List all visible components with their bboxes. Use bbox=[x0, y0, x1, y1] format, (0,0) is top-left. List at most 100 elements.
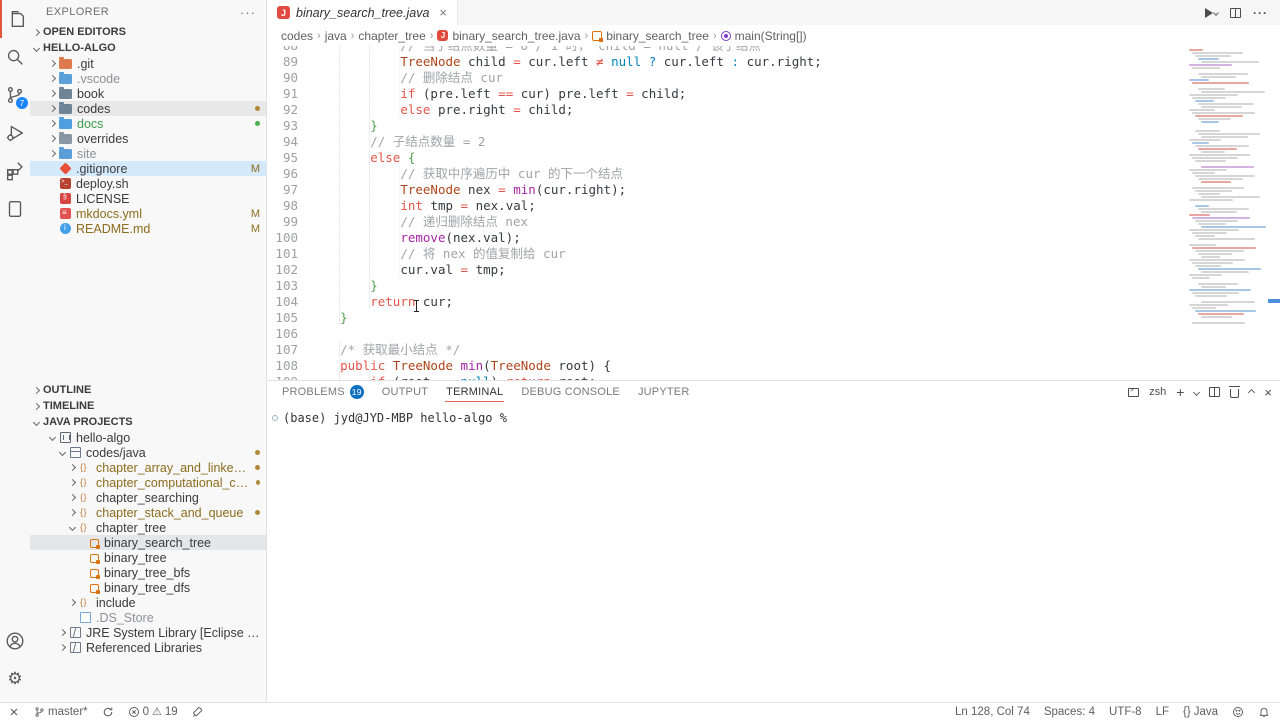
panel-tab-problems[interactable]: PROBLEMS19 bbox=[281, 382, 365, 402]
file-site[interactable]: site bbox=[30, 146, 266, 161]
jp-referenced-libraries[interactable]: Referenced Libraries bbox=[30, 640, 266, 655]
minimap[interactable] bbox=[1185, 46, 1268, 380]
minimap-line bbox=[1195, 190, 1232, 192]
code-line: // 当子结点数量 = 0 / 1 时， child = null / 该子结点 bbox=[310, 46, 1185, 54]
sidebar-title: EXPLORER bbox=[46, 6, 109, 18]
file-codes[interactable]: codes bbox=[30, 101, 266, 116]
jp-chapter-stack-and-queue[interactable]: chapter_stack_and_queue bbox=[30, 505, 266, 520]
line-number: 98 bbox=[267, 198, 310, 214]
panel-actions: zsh + × bbox=[1128, 384, 1272, 400]
breadcrumb-item-2[interactable]: java bbox=[325, 29, 347, 43]
file--gitignore[interactable]: .gitignoreM bbox=[30, 161, 266, 176]
eol-status[interactable]: LF bbox=[1156, 706, 1169, 718]
file-license[interactable]: LICENSE bbox=[30, 191, 266, 206]
panel-tab-terminal[interactable]: TERMINAL bbox=[445, 382, 504, 402]
code-token: if bbox=[400, 86, 415, 101]
file-overrides[interactable]: overrides bbox=[30, 131, 266, 146]
jp-include[interactable]: include bbox=[30, 595, 266, 610]
file-deploy-sh[interactable]: deploy.sh bbox=[30, 176, 266, 191]
jp-binary-search-tree[interactable]: binary_search_tree bbox=[30, 535, 266, 550]
warning-icon: ⚠ bbox=[152, 705, 162, 718]
jp-chapter-array-and-linkedlist[interactable]: chapter_array_and_linkedlist bbox=[30, 460, 266, 475]
remote-indicator-icon[interactable] bbox=[8, 706, 20, 718]
file-book[interactable]: book bbox=[30, 86, 266, 101]
editor-scrollbar[interactable] bbox=[1268, 46, 1280, 380]
jp-chapter-searching[interactable]: chapter_searching bbox=[30, 490, 266, 505]
panel-tab-debug-console[interactable]: DEBUG CONSOLE bbox=[520, 382, 621, 402]
notifications-bell-icon[interactable] bbox=[1258, 706, 1270, 718]
tab-binary-search-tree[interactable]: J binary_search_tree.java × bbox=[267, 0, 458, 25]
rocket-icon[interactable] bbox=[192, 706, 204, 718]
account-button[interactable] bbox=[0, 622, 30, 660]
java-projects-section[interactable]: JAVA PROJECTS bbox=[30, 414, 266, 430]
code-line: else { bbox=[310, 150, 1185, 166]
terminal-shell-picker[interactable]: zsh bbox=[1149, 386, 1166, 398]
terminal-icon bbox=[1128, 388, 1139, 397]
breadcrumb-item-5[interactable]: binary_search_tree bbox=[592, 29, 709, 43]
jp-codes-java[interactable]: codes/java bbox=[30, 445, 266, 460]
sync-changes-button[interactable] bbox=[102, 706, 114, 718]
split-terminal-icon[interactable] bbox=[1209, 387, 1220, 397]
file--vscode[interactable]: .vscode bbox=[30, 71, 266, 86]
file-readme-md[interactable]: README.mdM bbox=[30, 221, 266, 236]
chevron-right-icon bbox=[49, 60, 56, 67]
jp-chapter-tree[interactable]: chapter_tree bbox=[30, 520, 266, 535]
run-button[interactable] bbox=[1205, 8, 1218, 18]
code-editor[interactable]: 8889909192939495969798991001011021031041… bbox=[267, 46, 1280, 380]
open-editors-section[interactable]: OPEN EDITORS bbox=[30, 24, 266, 40]
jp-binary-tree[interactable]: binary_tree bbox=[30, 550, 266, 565]
split-editor-icon[interactable] bbox=[1230, 8, 1241, 18]
notebook-button[interactable] bbox=[0, 190, 30, 228]
panel-tab-output[interactable]: OUTPUT bbox=[381, 382, 429, 402]
breadcrumb-item-6[interactable]: main(String[]) bbox=[721, 29, 807, 43]
minimap-line bbox=[1189, 244, 1216, 246]
panel-tab-jupyter[interactable]: JUPYTER bbox=[637, 382, 691, 402]
code-token: (nex.val); bbox=[445, 230, 520, 245]
jp-hello-algo[interactable]: hello-algo bbox=[30, 430, 266, 445]
language-mode[interactable]: {} Java bbox=[1183, 706, 1218, 718]
kill-terminal-icon[interactable] bbox=[1230, 389, 1239, 398]
maximize-panel-chevron-icon[interactable] bbox=[1248, 388, 1255, 395]
jp-binary-tree-bfs[interactable]: binary_tree_bfs bbox=[30, 565, 266, 580]
outline-section[interactable]: OUTLINE bbox=[30, 382, 266, 398]
close-panel-icon[interactable]: × bbox=[1264, 385, 1272, 400]
code-area[interactable]: // 当子结点数量 = 0 / 1 时， child = null / 该子结点… bbox=[310, 46, 1185, 380]
jp-chapter-computational-complexity[interactable]: chapter_computational_complexity bbox=[30, 475, 266, 490]
jp-binary-tree-dfs[interactable]: binary_tree_dfs bbox=[30, 580, 266, 595]
extensions-button[interactable] bbox=[0, 152, 30, 190]
jp--ds-store[interactable]: .DS_Store bbox=[30, 610, 266, 625]
close-icon[interactable]: × bbox=[439, 5, 447, 20]
terminal-dropdown-chevron-icon[interactable] bbox=[1193, 388, 1200, 395]
minimap-line bbox=[1198, 148, 1237, 150]
file-docs[interactable]: docs bbox=[30, 116, 266, 131]
encoding-status[interactable]: UTF-8 bbox=[1109, 706, 1142, 718]
line-number: 88 bbox=[267, 46, 310, 54]
timeline-section[interactable]: TIMELINE bbox=[30, 398, 266, 414]
sidebar-more-actions-button[interactable]: ··· bbox=[240, 5, 256, 20]
settings-button[interactable]: ⚙ bbox=[0, 660, 30, 698]
file-mkdocs-yml[interactable]: mkdocs.ymlM bbox=[30, 206, 266, 221]
terminal-viewport[interactable]: (base) jyd@JYD-MBP hello-algo % bbox=[267, 403, 1280, 702]
root-folder-section[interactable]: HELLO-ALGO bbox=[30, 40, 266, 56]
new-terminal-button[interactable]: + bbox=[1176, 384, 1184, 400]
source-control-button[interactable]: 7 bbox=[0, 76, 30, 114]
folder-icon bbox=[59, 119, 72, 129]
explorer-button[interactable] bbox=[0, 0, 30, 38]
run-debug-button[interactable] bbox=[0, 114, 30, 152]
feedback-smiley-icon[interactable] bbox=[1232, 706, 1244, 718]
cursor-position[interactable]: Ln 128, Col 74 bbox=[955, 706, 1030, 718]
more-actions-icon[interactable]: ··· bbox=[1253, 6, 1268, 20]
breadcrumb-item-1[interactable]: codes bbox=[281, 29, 313, 43]
line-number: 105 bbox=[267, 310, 310, 326]
minimap-line bbox=[1189, 229, 1239, 231]
indentation-status[interactable]: Spaces: 4 bbox=[1044, 706, 1095, 718]
no-chevron bbox=[50, 211, 55, 216]
problems-status[interactable]: 0 ⚠ 19 bbox=[128, 705, 178, 718]
breadcrumb-item-3[interactable]: chapter_tree bbox=[358, 29, 425, 43]
file--git[interactable]: .git bbox=[30, 56, 266, 71]
git-branch-status[interactable]: master* bbox=[34, 706, 88, 718]
search-button[interactable] bbox=[0, 38, 30, 76]
breadcrumb-item-4[interactable]: Jbinary_search_tree.java bbox=[437, 29, 580, 43]
tree-item-label: .vscode bbox=[77, 72, 120, 86]
jp-jre-system-library-eclipse-temurin-17-17-[interactable]: JRE System Library [Eclipse Temurin 17 [… bbox=[30, 625, 266, 640]
